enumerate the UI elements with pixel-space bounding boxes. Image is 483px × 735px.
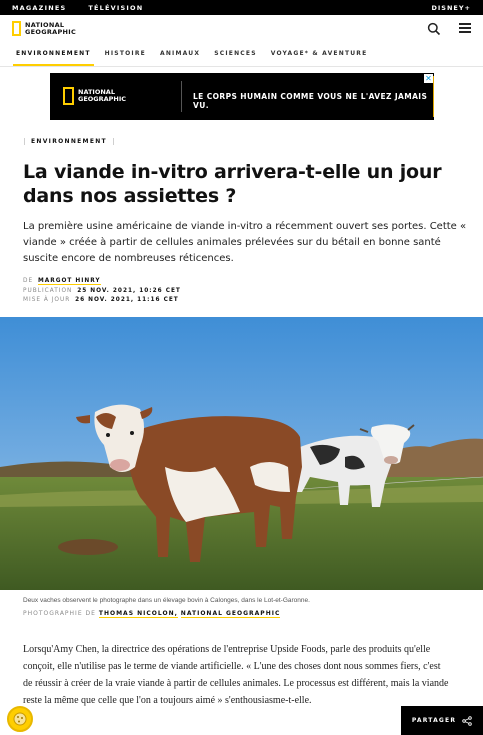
hamburger-menu-icon[interactable] xyxy=(459,23,471,33)
photo-credit-label: PHOTOGRAPHIE DE xyxy=(23,610,96,617)
cookie-icon xyxy=(13,712,27,726)
photo-credit: PHOTOGRAPHIE DE THOMAS NICOLON, NATIONAL… xyxy=(23,610,281,618)
ad-magazine-cover-image xyxy=(433,76,434,117)
logo-text-line2: GEOGRAPHIC xyxy=(25,27,77,36)
article-body-paragraph: Lorsqu'Amy Chen, la directrice des opéra… xyxy=(23,644,449,706)
topbar-link-television[interactable]: TÉLÉVISION xyxy=(88,4,143,12)
section-nav: ENVIRONNEMENT HISTOIRE ANIMAUX SCIENCES … xyxy=(0,43,483,67)
article-category-tag[interactable]: ENVIRONNEMENT xyxy=(24,138,114,145)
byline-label: DE xyxy=(23,278,34,284)
article-title: La viande in-vitro arrivera-t-elle un jo… xyxy=(23,161,442,207)
credit-org-link[interactable]: NATIONAL GEOGRAPHIC xyxy=(180,610,281,618)
ad-logo-yellow-border-icon xyxy=(63,87,74,105)
share-button[interactable]: PARTAGER xyxy=(401,706,483,735)
search-icon[interactable] xyxy=(427,22,441,36)
photographer-link[interactable]: THOMAS NICOLON, xyxy=(98,610,178,618)
topbar-link-disney-plus[interactable]: DISNEY+ xyxy=(431,4,471,12)
cookie-settings-icon[interactable] xyxy=(7,706,33,732)
byline: DE MARGOT HINRY PUBLICATION 25 NOV. 2021… xyxy=(23,277,181,306)
ad-close-icon[interactable]: ✕ xyxy=(424,74,433,83)
author-link[interactable]: MARGOT HINRY xyxy=(37,278,101,285)
ad-banner[interactable]: NATIONAL GEOGRAPHIC LE CORPS HUMAIN COMM… xyxy=(50,73,434,120)
topbar-link-magazines[interactable]: MAGAZINES xyxy=(12,4,66,12)
nav-item-environnement[interactable]: ENVIRONNEMENT xyxy=(13,50,94,66)
photo-caption: Deux vaches observent le photographe dan… xyxy=(23,597,310,604)
share-icon xyxy=(462,715,472,726)
updated-date: 26 NOV. 2021, 11:16 CET xyxy=(75,297,179,303)
ad-logo-line2: GEOGRAPHIC xyxy=(78,95,127,103)
logo-yellow-border-icon xyxy=(12,21,21,36)
updated-label: MISE À JOUR xyxy=(23,297,71,303)
nav-item-histoire[interactable]: HISTOIRE xyxy=(105,50,146,59)
nav-item-animaux[interactable]: ANIMAUX xyxy=(160,50,200,59)
hero-photo-cows xyxy=(0,317,483,590)
site-header: NATIONAL GEOGRAPHIC xyxy=(0,15,483,43)
nav-item-voyage-aventure[interactable]: VOYAGE* & AVENTURE xyxy=(271,50,368,59)
share-label: PARTAGER xyxy=(411,717,457,724)
site-logo[interactable]: NATIONAL GEOGRAPHIC xyxy=(12,21,76,36)
published-date: 25 NOV. 2021, 10:26 CET xyxy=(77,287,181,294)
published-label: PUBLICATION xyxy=(23,287,73,294)
ad-logo: NATIONAL GEOGRAPHIC xyxy=(63,87,126,105)
ad-headline: LE CORPS HUMAIN COMME VOUS NE L'AVEZ JAM… xyxy=(193,92,428,110)
article-dek: La première usine américaine de viande i… xyxy=(23,221,467,264)
ad-divider xyxy=(181,81,182,112)
top-bar: MAGAZINES TÉLÉVISION DISNEY+ xyxy=(0,0,483,15)
nav-item-sciences[interactable]: SCIENCES xyxy=(214,50,257,59)
